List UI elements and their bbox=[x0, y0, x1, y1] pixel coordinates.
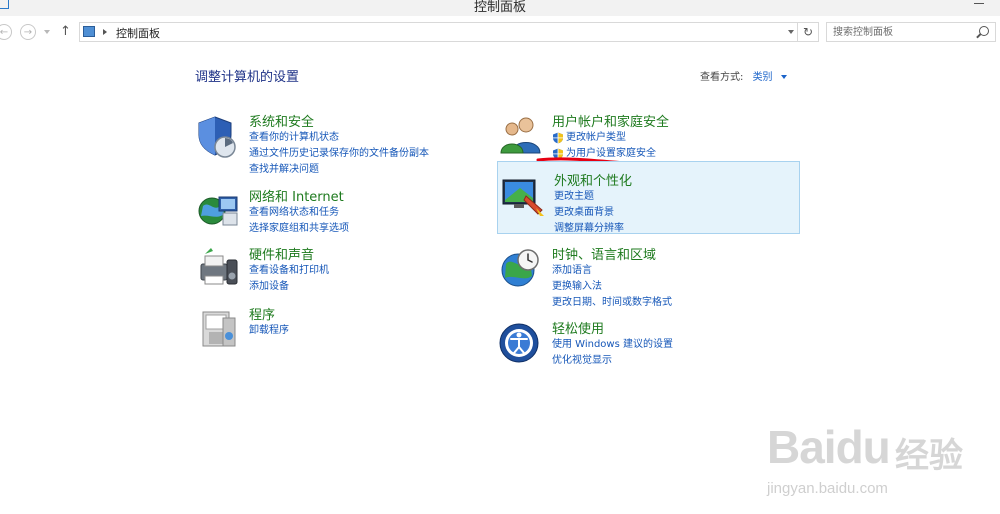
category-title[interactable]: 硬件和声音 bbox=[249, 244, 314, 263]
link-view-computer-status[interactable]: 查看你的计算机状态 bbox=[249, 130, 429, 146]
baidu-watermark: Baidu 经验 jingyan.baidu.com bbox=[745, 410, 985, 510]
link-recommended-settings[interactable]: 使用 Windows 建议的设置 bbox=[552, 337, 673, 353]
link-change-account-type[interactable]: 更改帐户类型 bbox=[552, 130, 656, 146]
link-devices-printers[interactable]: 查看设备和打印机 bbox=[249, 263, 329, 279]
category-title[interactable]: 轻松使用 bbox=[552, 318, 604, 337]
category-links: 查看你的计算机状态 通过文件历史记录保存你的文件备份副本 查找并解决问题 bbox=[249, 130, 429, 178]
network-globe-icon bbox=[198, 196, 238, 226]
minimize-button[interactable] bbox=[942, 0, 964, 8]
link-uninstall-program[interactable]: 卸载程序 bbox=[249, 323, 289, 339]
category-title[interactable]: 用户帐户和家庭安全 bbox=[552, 111, 669, 130]
link-troubleshoot[interactable]: 查找并解决问题 bbox=[249, 162, 429, 178]
category-title[interactable]: 网络和 Internet bbox=[249, 186, 344, 205]
appearance-monitor-icon bbox=[502, 179, 544, 216]
link-homegroup-sharing[interactable]: 选择家庭组和共享选项 bbox=[249, 221, 349, 237]
uac-shield-icon bbox=[553, 132, 563, 144]
link-network-status[interactable]: 查看网络状态和任务 bbox=[249, 205, 349, 221]
link-change-theme[interactable]: 更改主题 bbox=[554, 189, 624, 205]
clock-globe-icon bbox=[501, 249, 539, 287]
link-label: 更改帐户类型 bbox=[566, 132, 626, 143]
category-links: 添加语言 更换输入法 更改日期、时间或数字格式 bbox=[552, 263, 672, 311]
view-by-label: 查看方式: bbox=[700, 72, 744, 83]
watermark-logo: Baidu bbox=[767, 421, 891, 473]
watermark-url: jingyan.baidu.com bbox=[767, 480, 888, 497]
category-links: 卸载程序 bbox=[249, 323, 289, 339]
watermark-cn: 经验 bbox=[895, 436, 963, 476]
page-title: 调整计算机的设置 bbox=[195, 70, 300, 85]
category-links: 使用 Windows 建议的设置 优化视觉显示 bbox=[552, 337, 673, 369]
control-panel-icon bbox=[83, 26, 95, 37]
programs-icon bbox=[202, 311, 236, 347]
view-by-value[interactable]: 类别 bbox=[753, 72, 773, 83]
chevron-down-icon[interactable] bbox=[780, 75, 787, 79]
close-button[interactable] bbox=[966, 0, 1000, 8]
link-change-input-method[interactable]: 更换输入法 bbox=[552, 279, 672, 295]
category-links: 查看网络状态和任务 选择家庭组和共享选项 bbox=[249, 205, 349, 237]
ease-of-access-icon bbox=[499, 323, 539, 363]
view-by-selector: 查看方式: 类别 bbox=[700, 68, 787, 83]
security-shield-icon bbox=[198, 116, 236, 158]
search-icon[interactable] bbox=[979, 26, 989, 36]
category-title[interactable]: 外观和个性化 bbox=[554, 170, 632, 189]
category-links: 查看设备和打印机 添加设备 bbox=[249, 263, 329, 295]
category-title[interactable]: 系统和安全 bbox=[249, 111, 314, 130]
refresh-button[interactable]: ↻ bbox=[797, 22, 818, 42]
window-title: 控制面板 bbox=[473, 0, 526, 15]
back-button[interactable]: ← bbox=[0, 24, 12, 40]
link-add-language[interactable]: 添加语言 bbox=[552, 263, 672, 279]
link-adjust-resolution[interactable]: 调整屏幕分辨率 bbox=[554, 221, 624, 237]
breadcrumb-control-panel[interactable]: 控制面板 bbox=[116, 25, 160, 41]
search-input[interactable] bbox=[833, 25, 973, 39]
category-title[interactable]: 程序 bbox=[249, 304, 275, 323]
link-change-desktop-background[interactable]: 更改桌面背景 bbox=[554, 205, 624, 221]
link-change-date-time-format[interactable]: 更改日期、时间或数字格式 bbox=[552, 295, 672, 311]
address-bar[interactable]: 控制面板 ↻ bbox=[79, 22, 819, 42]
address-dropdown-icon[interactable] bbox=[788, 30, 794, 34]
link-file-history[interactable]: 通过文件历史记录保存你的文件备份副本 bbox=[249, 146, 429, 162]
title-bar: 控制面板 bbox=[0, 0, 1000, 16]
category-links: 更改主题 更改桌面背景 调整屏幕分辨率 bbox=[554, 189, 624, 237]
navigation-bar: ← → ↑ 控制面板 ↻ bbox=[0, 20, 1000, 46]
link-add-device[interactable]: 添加设备 bbox=[249, 279, 329, 295]
printer-speaker-icon bbox=[200, 248, 238, 285]
forward-button[interactable]: → bbox=[20, 24, 36, 40]
search-box[interactable] bbox=[826, 22, 996, 42]
category-title[interactable]: 时钟、语言和区域 bbox=[552, 244, 656, 263]
breadcrumb-chevron-icon[interactable] bbox=[103, 29, 107, 35]
up-arrow-button[interactable]: ↑ bbox=[60, 24, 71, 40]
recent-locations-dropdown-icon[interactable] bbox=[44, 30, 50, 34]
link-optimize-visual-display[interactable]: 优化视觉显示 bbox=[552, 353, 673, 369]
